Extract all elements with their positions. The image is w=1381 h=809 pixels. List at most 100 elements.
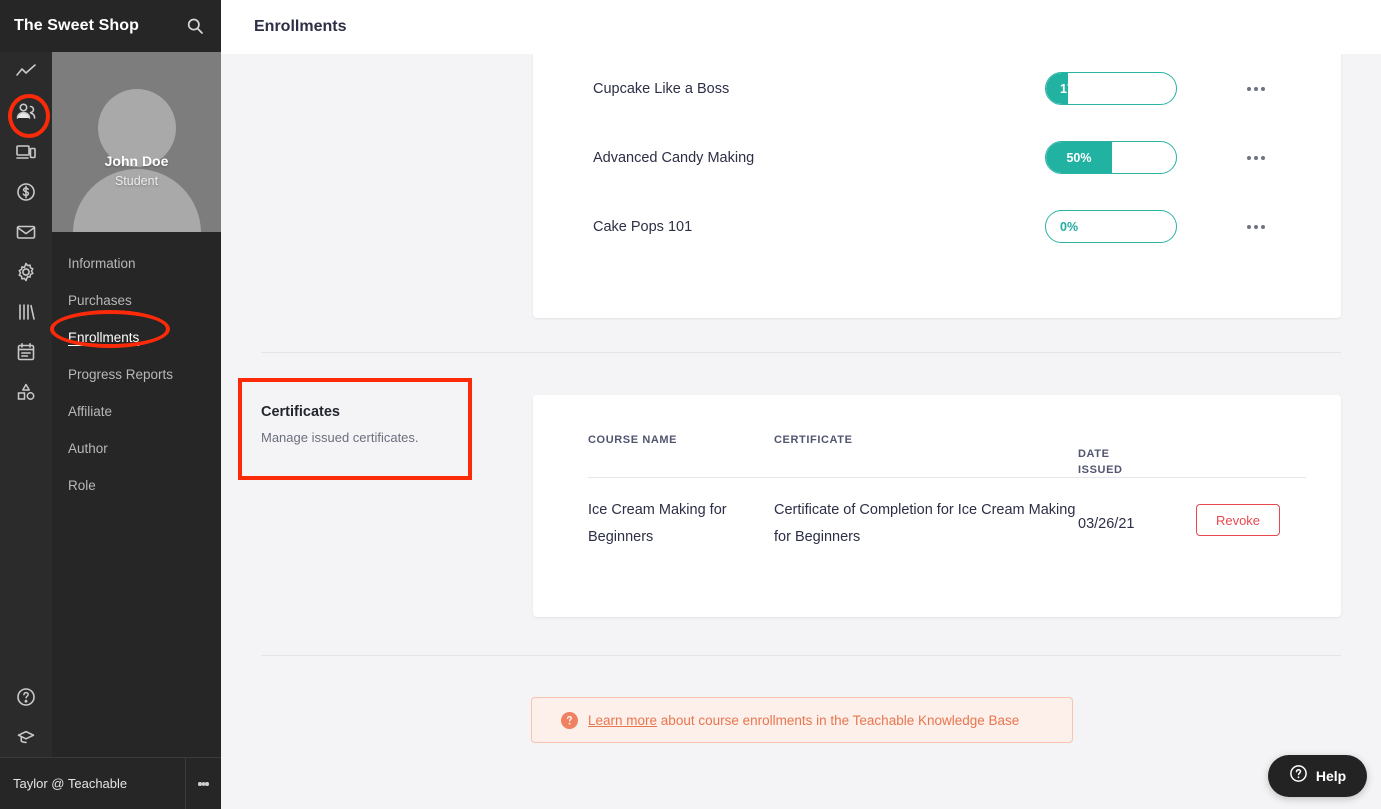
student-role: Student xyxy=(52,174,221,188)
progress-label: 17% xyxy=(1060,73,1068,104)
row-menu-icon[interactable] xyxy=(1239,72,1273,106)
table-row: Ice Cream Making for Beginners Certifica… xyxy=(588,478,1306,568)
rail-item-help[interactable] xyxy=(0,677,52,717)
progress-label: 0% xyxy=(1060,211,1078,242)
progress-bar: 50% xyxy=(1045,141,1177,174)
rail-item-users[interactable] xyxy=(0,92,52,132)
account-name: Taylor @ Teachable xyxy=(13,776,127,791)
sidebar-item-progress-reports[interactable]: Progress Reports xyxy=(52,356,221,393)
rail-item-analytics[interactable] xyxy=(0,52,52,92)
certificates-section-title: Certificates xyxy=(261,404,340,420)
certificates-card: COURSE NAME CERTIFICATE DATE ISSUED Ice … xyxy=(533,395,1341,617)
enrollment-row: Cake Pops 101 0% xyxy=(533,192,1341,261)
question-circle-icon xyxy=(1289,764,1308,788)
banner-suffix: about course enrollments in the Teachabl… xyxy=(657,713,1019,728)
sidebar-item-label: Purchases xyxy=(68,293,132,308)
help-widget-label: Help xyxy=(1316,768,1346,784)
rail-item-site[interactable] xyxy=(0,132,52,172)
analytics-icon xyxy=(15,61,37,83)
rail-item-sales[interactable] xyxy=(0,172,52,212)
certificates-table: COURSE NAME CERTIFICATE DATE ISSUED Ice … xyxy=(588,432,1306,477)
help-widget-button[interactable]: Help xyxy=(1268,755,1367,797)
rail-item-design[interactable] xyxy=(0,372,52,412)
avatar: John Doe Student xyxy=(52,52,221,232)
section-divider-top xyxy=(261,352,1341,353)
column-header-actions xyxy=(1196,432,1306,477)
help-badge-icon xyxy=(561,712,578,729)
cell-certificate: Certificate of Completion for Ice Cream … xyxy=(774,497,1078,568)
rail-item-school[interactable] xyxy=(0,717,52,757)
enrollment-row: Advanced Candy Making 50% xyxy=(533,123,1341,192)
sidebar-item-label: Role xyxy=(68,478,96,493)
banner-text: Learn more about course enrollments in t… xyxy=(588,713,1019,728)
knowledge-base-banner: Learn more about course enrollments in t… xyxy=(531,697,1073,743)
sidebar-item-label: Progress Reports xyxy=(68,367,173,382)
sidebar-item-author[interactable]: Author xyxy=(52,430,221,467)
main-content: Cupcake Like a Boss 17% Advanced Candy M… xyxy=(221,54,1381,809)
enrollment-progress[interactable]: 17% xyxy=(1045,72,1177,105)
kebab-menu-icon[interactable] xyxy=(185,758,221,809)
cell-actions: Revoke xyxy=(1196,497,1306,568)
sidebar-item-enrollments[interactable]: Enrollments xyxy=(52,319,221,356)
column-header-date-line1: DATE xyxy=(1078,446,1196,462)
sidebar-item-affiliate[interactable]: Affiliate xyxy=(52,393,221,430)
column-header-date-issued: DATE ISSUED xyxy=(1078,432,1196,477)
account-bar: Taylor @ Teachable xyxy=(0,757,221,809)
settings-icon xyxy=(15,261,37,283)
certificates-section-subtitle: Manage issued certificates. xyxy=(261,430,419,445)
enrollment-course-name: Cake Pops 101 xyxy=(593,219,692,235)
rail-item-library[interactable] xyxy=(0,292,52,332)
design-icon xyxy=(15,381,37,403)
sidebar-item-purchases[interactable]: Purchases xyxy=(52,282,221,319)
row-menu-icon[interactable] xyxy=(1239,210,1273,244)
enrollment-progress[interactable]: 50% xyxy=(1045,141,1177,174)
learn-more-link[interactable]: Learn more xyxy=(588,713,657,728)
users-icon xyxy=(15,101,37,123)
row-menu-icon[interactable] xyxy=(1239,141,1273,175)
rail-item-reports[interactable] xyxy=(0,332,52,372)
student-sidebar: John Doe Student Information Purchases E… xyxy=(52,52,221,757)
enrollment-course-name: Advanced Candy Making xyxy=(593,150,754,166)
sidebar-item-role[interactable]: Role xyxy=(52,467,221,504)
progress-label-clip: 17% xyxy=(1046,73,1068,104)
icon-rail-top-group xyxy=(0,52,52,412)
progress-bar: 17% xyxy=(1045,72,1177,105)
library-icon xyxy=(15,301,37,323)
revoke-button[interactable]: Revoke xyxy=(1196,504,1280,536)
sidebar-item-information[interactable]: Information xyxy=(52,245,221,282)
page-title: Enrollments xyxy=(254,18,346,36)
sidebar-item-label: Affiliate xyxy=(68,404,112,419)
column-header-certificate: CERTIFICATE xyxy=(774,432,1078,477)
enrollments-card: Cupcake Like a Boss 17% Advanced Candy M… xyxy=(533,54,1341,318)
rail-item-settings[interactable] xyxy=(0,252,52,292)
icon-rail-bottom-group xyxy=(0,677,52,757)
cell-course-name: Ice Cream Making for Beginners xyxy=(588,497,774,568)
sales-icon xyxy=(15,181,37,203)
cell-date-issued: 03/26/21 xyxy=(1078,497,1196,568)
graduation-cap-icon xyxy=(15,726,37,748)
help-circle-icon xyxy=(15,686,37,708)
progress-label: 50% xyxy=(1046,142,1112,173)
table-header-row: COURSE NAME CERTIFICATE DATE ISSUED xyxy=(588,432,1306,477)
sidebar-item-label: Author xyxy=(68,441,108,456)
sidebar-item-label: Information xyxy=(68,256,136,271)
icon-rail xyxy=(0,0,52,809)
sidebar-item-label: Enrollments xyxy=(68,330,139,345)
column-header-date-line2: ISSUED xyxy=(1078,462,1196,478)
student-name: John Doe xyxy=(52,153,221,169)
reports-icon xyxy=(15,341,37,363)
kebab-dot xyxy=(205,782,209,786)
section-divider-bottom xyxy=(261,655,1341,656)
brand-bar: The Sweet Shop xyxy=(0,0,221,52)
search-icon[interactable] xyxy=(185,16,205,36)
email-icon xyxy=(15,221,37,243)
enrollment-progress[interactable]: 0% xyxy=(1045,210,1177,243)
enrollment-course-name: Cupcake Like a Boss xyxy=(593,81,729,97)
enrollment-row: Cupcake Like a Boss 17% xyxy=(533,54,1341,123)
page-header: Enrollments xyxy=(221,0,1381,54)
brand-title: The Sweet Shop xyxy=(14,17,139,35)
rail-item-email[interactable] xyxy=(0,212,52,252)
app-root: The Sweet Shop John Doe Student Informat… xyxy=(0,0,1381,809)
column-header-course-name: COURSE NAME xyxy=(588,432,774,477)
student-nav: Information Purchases Enrollments Progre… xyxy=(52,232,221,504)
